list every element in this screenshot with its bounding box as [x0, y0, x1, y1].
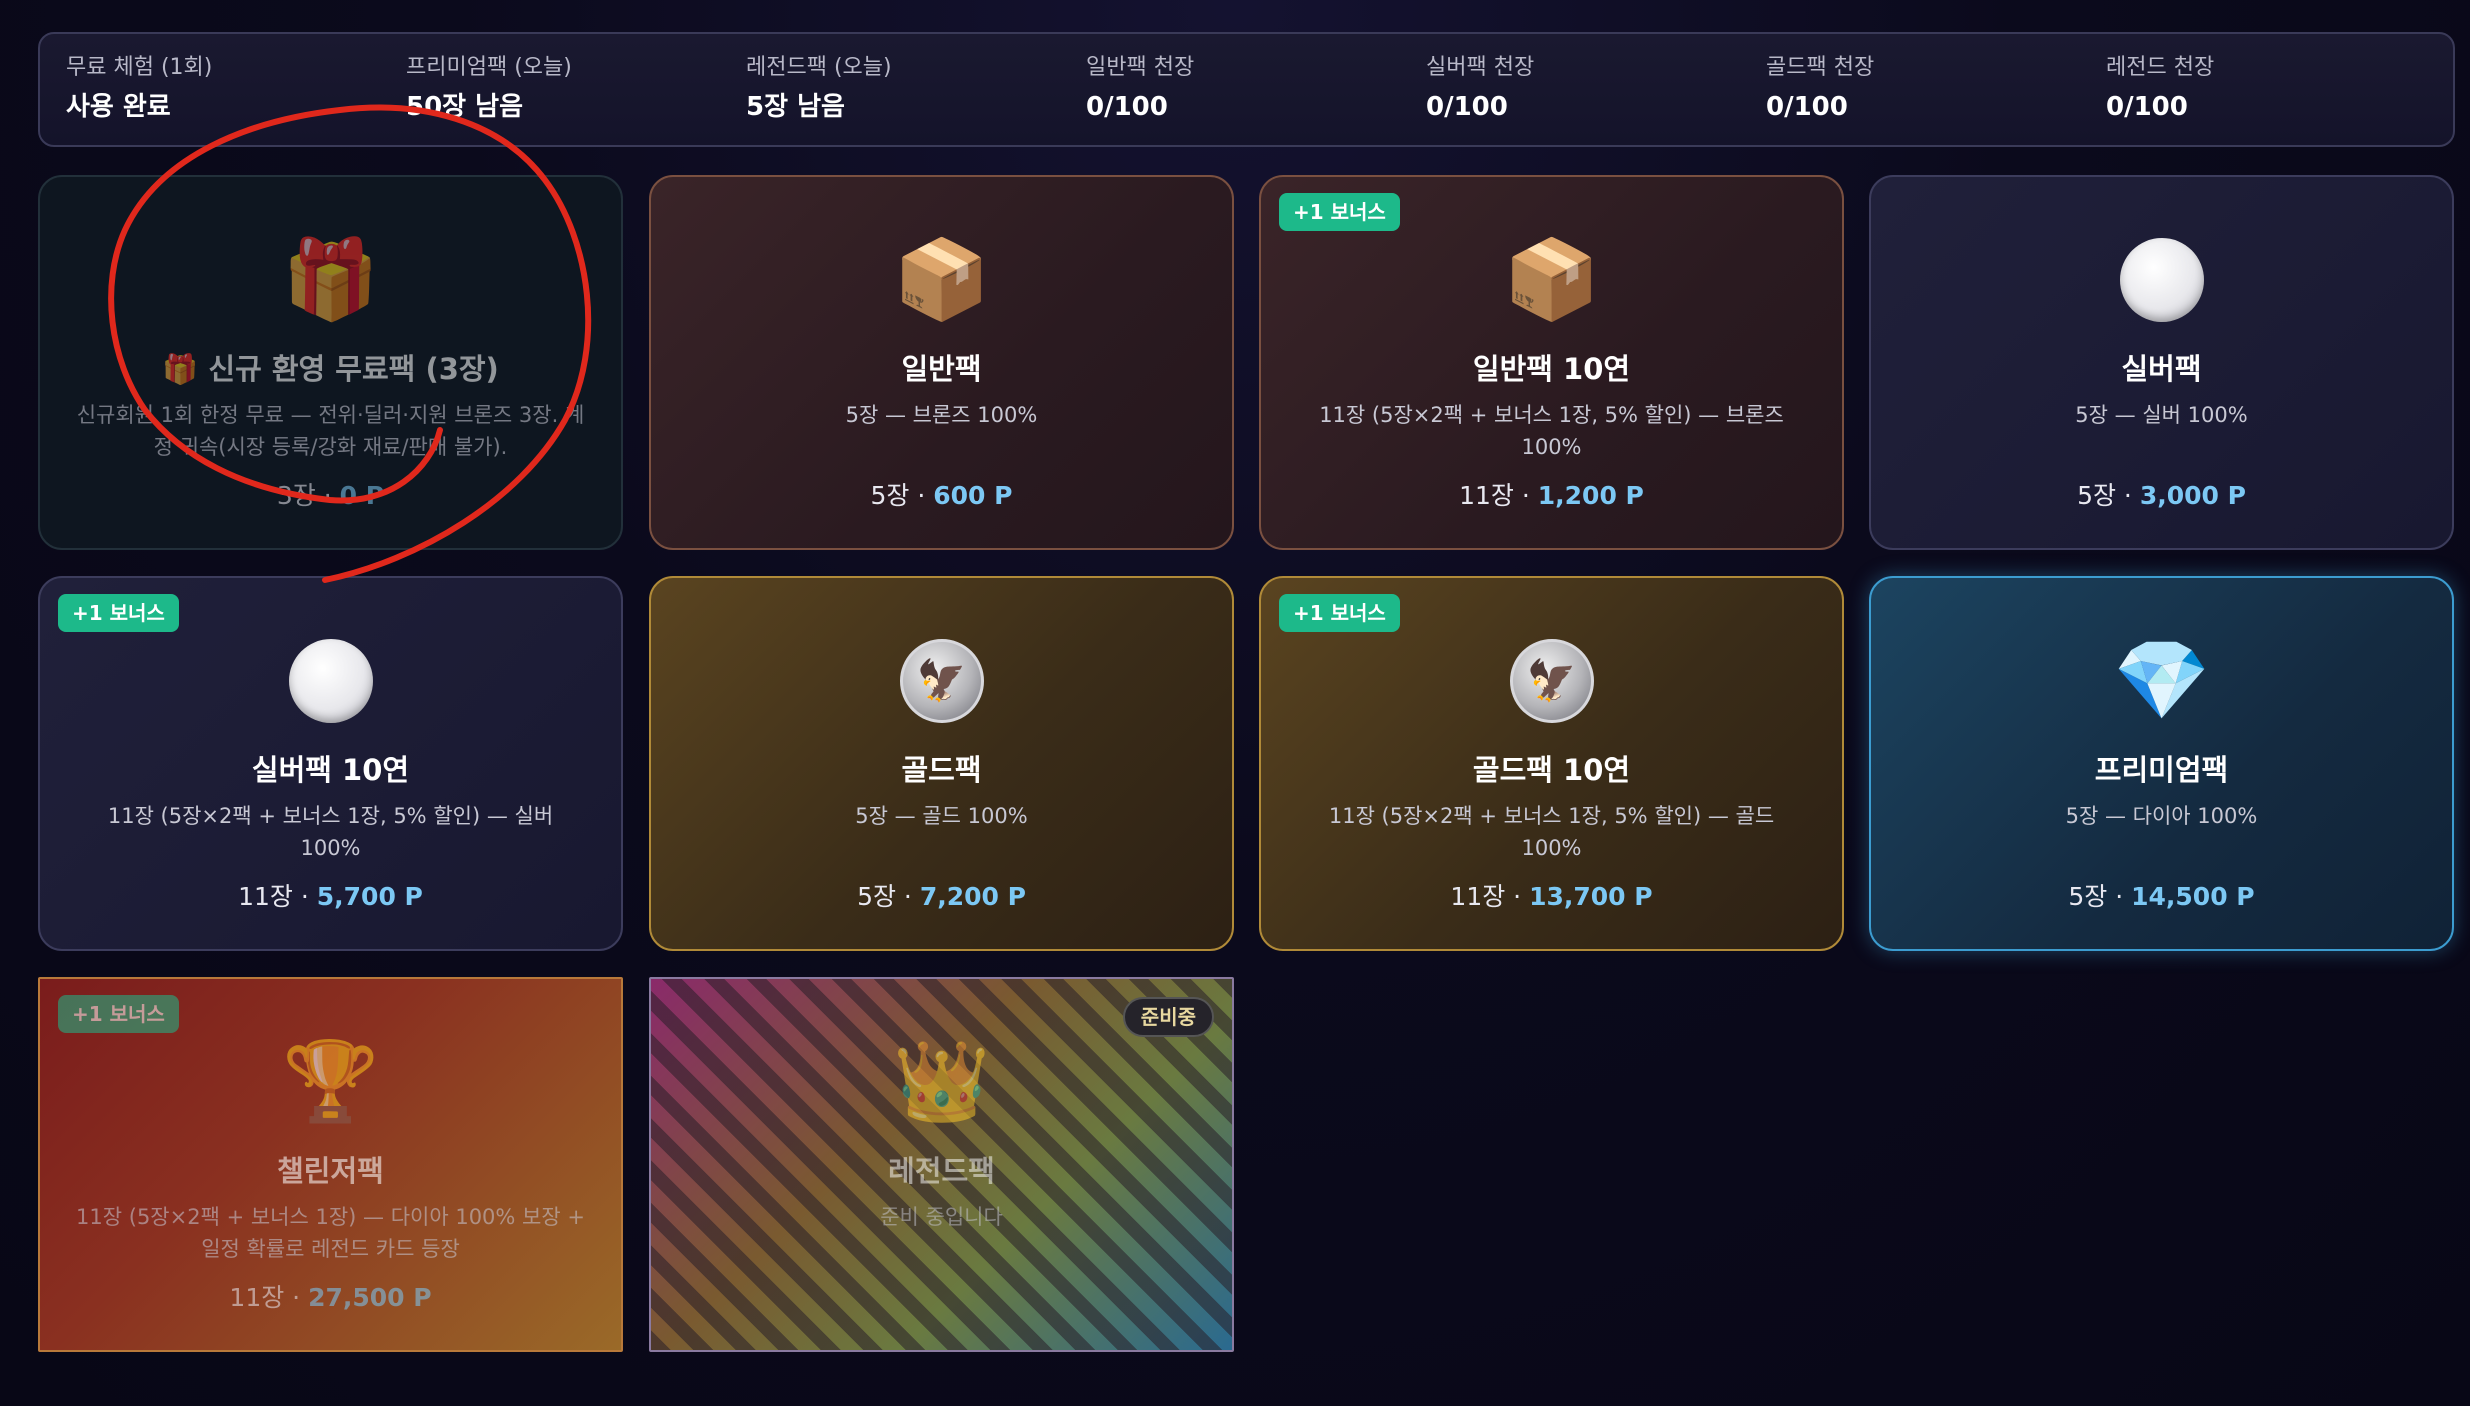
pack-description: 준비 중입니다 — [880, 1205, 1003, 1229]
stat-label: 실버팩 천장 — [1426, 54, 1535, 80]
stat-label: 골드팩 천장 — [1766, 54, 1875, 80]
pack-card-premium[interactable]: 💎 프리미엄팩 5장 — 다이아 100% 5장 · 14,500 P — [1869, 576, 2454, 951]
pack-description: 신규회원 1회 한정 무료 — 전위·딜러·지원 브론즈 3장. 계정 귀속(시… — [76, 403, 585, 459]
stat-label: 무료 체험 (1회) — [66, 54, 213, 80]
pack-description: 11장 (5장×2팩 + 보너스 1장, 5% 할인) — 골드 100% — [1328, 804, 1775, 860]
pack-card-legend: 준비중 👑 레전드팩 준비 중입니다 — [649, 977, 1234, 1352]
stat-value: 50장 남음 — [406, 91, 523, 122]
stats-bar: 무료 체험 (1회) 사용 완료 프리미엄팩 (오늘) 50장 남음 레전드팩 … — [38, 32, 2455, 147]
pack-name: 일반팩 10연 — [1472, 352, 1631, 386]
pack-price: 5장 · 7,200 P — [857, 882, 1026, 911]
pack-price: 11장 · 13,700 P — [1450, 882, 1653, 911]
stat-label: 프리미엄팩 (오늘) — [406, 54, 572, 80]
pack-card-free: 🎁 🎁 신규 환영 무료팩 (3장) 신규회원 1회 한정 무료 — 전위·딜러… — [38, 175, 623, 550]
stat-legend-today: 레전드팩 (오늘) 5장 남음 — [746, 53, 1086, 127]
pack-card-gold-10[interactable]: +1 보너스 🦅 골드팩 10연 11장 (5장×2팩 + 보너스 1장, 5%… — [1259, 576, 1844, 951]
bonus-badge: +1 보너스 — [58, 995, 179, 1033]
pack-name: 실버팩 — [2121, 352, 2202, 386]
pack-price: 11장 · 5,700 P — [238, 882, 423, 911]
pack-description: 11장 (5장×2팩 + 보너스 1장) — 다이아 100% 보장 + 일정 … — [76, 1205, 585, 1261]
pack-name: 챌린저팩 — [277, 1154, 384, 1188]
crown-icon: 👑 — [892, 1037, 991, 1127]
box-icon: 📦 — [892, 235, 991, 325]
gift-icon: 🎁 — [281, 235, 380, 325]
pack-card-normal-10[interactable]: +1 보너스 📦 일반팩 10연 11장 (5장×2팩 + 보너스 1장, 5%… — [1259, 175, 1844, 550]
stat-value: 0/100 — [1086, 91, 1168, 122]
pack-name: 실버팩 10연 — [251, 753, 410, 787]
pack-price: 5장 · 600 P — [870, 481, 1013, 510]
pack-description: 5장 — 실버 100% — [2075, 403, 2248, 427]
pack-description: 5장 — 골드 100% — [855, 804, 1028, 828]
pack-name: 일반팩 — [901, 352, 982, 386]
stat-premium-today: 프리미엄팩 (오늘) 50장 남음 — [406, 53, 746, 127]
pack-description: 11장 (5장×2팩 + 보너스 1장, 5% 할인) — 실버 100% — [107, 804, 554, 860]
pack-price: 3장 · 0 P — [276, 481, 385, 510]
pack-name: 골드팩 — [901, 753, 982, 787]
stat-label: 레전드 천장 — [2106, 54, 2215, 80]
pack-card-silver[interactable]: 실버팩 5장 — 실버 100% 5장 · 3,000 P — [1869, 175, 2454, 550]
pack-price: 11장 · 1,200 P — [1459, 481, 1644, 510]
stat-value: 0/100 — [2106, 91, 2188, 122]
eagle-coin-icon: 🦅 — [1507, 636, 1597, 726]
pack-card-gold[interactable]: 🦅 골드팩 5장 — 골드 100% 5장 · 7,200 P — [649, 576, 1234, 951]
pack-card-challenger: +1 보너스 🏆 챌린저팩 11장 (5장×2팩 + 보너스 1장) — 다이아… — [38, 977, 623, 1352]
pack-price: 5장 · 14,500 P — [2068, 882, 2255, 911]
stat-value: 5장 남음 — [746, 91, 845, 122]
stat-silver-pity: 실버팩 천장 0/100 — [1426, 53, 1766, 127]
bonus-badge: +1 보너스 — [1279, 193, 1400, 231]
silver-coin-icon — [2117, 235, 2207, 325]
pack-description: 5장 — 브론즈 100% — [845, 403, 1038, 427]
silver-coin-icon — [286, 636, 376, 726]
pack-price: 11장 · 27,500 P — [229, 1283, 432, 1312]
diamond-icon: 💎 — [2112, 636, 2211, 726]
pack-card-silver-10[interactable]: +1 보너스 실버팩 10연 11장 (5장×2팩 + 보너스 1장, 5% 할… — [38, 576, 623, 951]
stat-normal-pity: 일반팩 천장 0/100 — [1086, 53, 1426, 127]
pack-name: 레전드팩 — [888, 1154, 995, 1188]
stat-value: 0/100 — [1766, 91, 1848, 122]
pack-price: 5장 · 3,000 P — [2077, 481, 2246, 510]
pack-description: 11장 (5장×2팩 + 보너스 1장, 5% 할인) — 브론즈 100% — [1319, 403, 1784, 459]
eagle-coin-icon: 🦅 — [897, 636, 987, 726]
bonus-badge: +1 보너스 — [1279, 594, 1400, 632]
pack-description: 5장 — 다이아 100% — [2065, 804, 2258, 828]
stat-label: 일반팩 천장 — [1086, 54, 1195, 80]
box-icon: 📦 — [1502, 235, 1601, 325]
stat-legend-pity: 레전드 천장 0/100 — [2106, 53, 2446, 127]
pack-name: 🎁 신규 환영 무료팩 (3장) — [162, 352, 499, 386]
stat-value: 사용 완료 — [66, 91, 171, 122]
pack-name: 골드팩 10연 — [1472, 753, 1631, 787]
stat-free-trial: 무료 체험 (1회) 사용 완료 — [66, 53, 406, 127]
pack-name: 프리미엄팩 — [2094, 753, 2229, 787]
stat-value: 0/100 — [1426, 91, 1508, 122]
bonus-badge: +1 보너스 — [58, 594, 179, 632]
trophy-icon: 🏆 — [281, 1037, 380, 1127]
stat-gold-pity: 골드팩 천장 0/100 — [1766, 53, 2106, 127]
stat-label: 레전드팩 (오늘) — [746, 54, 892, 80]
pack-card-normal[interactable]: 📦 일반팩 5장 — 브론즈 100% 5장 · 600 P — [649, 175, 1234, 550]
